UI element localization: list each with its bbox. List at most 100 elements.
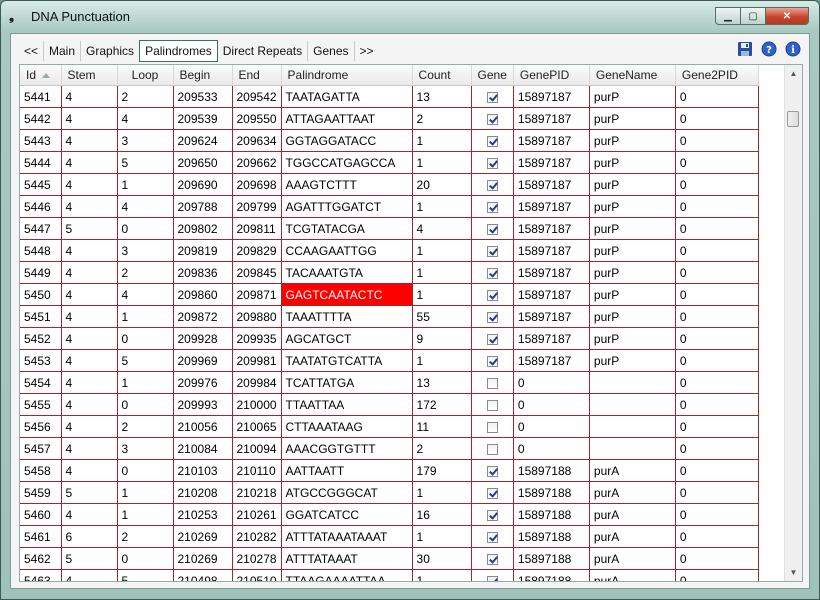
cell-end[interactable]: 209880	[232, 305, 282, 328]
cell-palindrome[interactable]: ATTTATAAAT	[281, 547, 413, 570]
checkbox-checked[interactable]	[486, 465, 498, 477]
cell-stem[interactable]: 4	[61, 195, 118, 218]
scroll-up-icon[interactable]: ▲	[785, 65, 802, 82]
cell-begin[interactable]: 209802	[173, 217, 233, 240]
cell-loop[interactable]: 0	[117, 327, 174, 350]
cell-loop[interactable]: 3	[117, 239, 174, 262]
cell-end[interactable]: 209799	[232, 195, 282, 218]
cell-genepid[interactable]: 15897188	[513, 481, 590, 504]
cell-gene[interactable]	[471, 327, 514, 350]
table-row[interactable]: 5450 4 4 209860 209871 GAGTCAATACTC 1 15897187 p…	[20, 283, 759, 306]
cell-genename[interactable]: purP	[589, 195, 676, 218]
cell-genename[interactable]: purA	[589, 503, 676, 526]
cell-loop[interactable]: 5	[117, 569, 174, 581]
cell-gene[interactable]	[471, 503, 514, 526]
checkbox-checked[interactable]	[486, 245, 498, 257]
cell-gene[interactable]	[471, 239, 514, 262]
tab-direct-repeats[interactable]: Direct Repeats	[218, 41, 307, 61]
cell-begin[interactable]: 210208	[173, 481, 233, 504]
cell-genepid[interactable]: 15897187	[513, 107, 590, 130]
cell-genepid[interactable]: 15897187	[513, 151, 590, 174]
cell-palindrome[interactable]: CTTAAATAAG	[281, 415, 413, 438]
cell-genename[interactable]: purA	[589, 459, 676, 482]
checkbox-checked[interactable]	[486, 179, 498, 191]
cell-gene2pid[interactable]: 0	[675, 459, 759, 482]
cell-palindrome[interactable]: AGATTTGGATCT	[281, 195, 413, 218]
cell-genepid[interactable]: 15897187	[513, 349, 590, 372]
cell-loop[interactable]: 4	[117, 283, 174, 306]
cell-count[interactable]: 172	[412, 393, 472, 416]
cell-stem[interactable]: 5	[61, 547, 118, 570]
scroll-down-icon[interactable]: ▼	[785, 564, 802, 581]
checkbox-checked[interactable]	[486, 531, 498, 543]
cell-loop[interactable]: 1	[117, 371, 174, 394]
cell-genename[interactable]: purP	[589, 305, 676, 328]
table-row[interactable]: 5447 5 0 209802 209811 TCGTATACGA 4 15897187 pur…	[20, 217, 759, 240]
cell-id[interactable]: 5445	[20, 173, 62, 196]
tab-genes[interactable]: Genes	[307, 41, 353, 61]
cell-id[interactable]: 5455	[20, 393, 62, 416]
cell-genename[interactable]: purP	[589, 173, 676, 196]
cell-loop[interactable]: 3	[117, 129, 174, 152]
col-header-gene2pid[interactable]: Gene2PID	[675, 65, 759, 86]
palindromes-grid[interactable]: Id Stem Loop Begin End Palindrome Count …	[19, 64, 803, 582]
checkbox-unchecked[interactable]	[486, 377, 498, 389]
cell-end[interactable]: 210510	[232, 569, 282, 581]
col-header-stem[interactable]: Stem	[61, 65, 118, 86]
cell-gene[interactable]	[471, 107, 514, 130]
cell-gene2pid[interactable]: 0	[675, 217, 759, 240]
cell-genename[interactable]: purA	[589, 525, 676, 548]
cell-end[interactable]: 210094	[232, 437, 282, 460]
cell-palindrome[interactable]: GGTAGGATACC	[281, 129, 413, 152]
cell-loop[interactable]: 5	[117, 151, 174, 174]
cell-id[interactable]: 5447	[20, 217, 62, 240]
cell-stem[interactable]: 4	[61, 349, 118, 372]
cell-gene2pid[interactable]: 0	[675, 569, 759, 581]
col-header-gene[interactable]: Gene	[471, 65, 514, 86]
table-row[interactable]: 5444 4 5 209650 209662 TGGCCATGAGCCA 1 15897187…	[20, 151, 759, 174]
cell-palindrome[interactable]: ATTAGAATTAAT	[281, 107, 413, 130]
cell-genepid[interactable]: 15897187	[513, 195, 590, 218]
cell-palindrome[interactable]: TAATAGATTA	[281, 85, 413, 108]
cell-genepid[interactable]: 15897188	[513, 547, 590, 570]
cell-begin[interactable]: 209872	[173, 305, 233, 328]
cell-gene[interactable]	[471, 371, 514, 394]
table-row[interactable]: 5449 4 2 209836 209845 TACAAATGTA 1 15897187 pur…	[20, 261, 759, 284]
checkbox-checked[interactable]	[486, 267, 498, 279]
cell-begin[interactable]: 209860	[173, 283, 233, 306]
cell-gene2pid[interactable]: 0	[675, 239, 759, 262]
cell-genename[interactable]: purP	[589, 129, 676, 152]
cell-gene[interactable]	[471, 349, 514, 372]
cell-end[interactable]: 210282	[232, 525, 282, 548]
cell-id[interactable]: 5453	[20, 349, 62, 372]
cell-end[interactable]: 209981	[232, 349, 282, 372]
col-header-id[interactable]: Id	[20, 65, 62, 86]
table-row[interactable]: 5451 4 1 209872 209880 TAAATTTTA 55 15897187 pur…	[20, 305, 759, 328]
cell-gene[interactable]	[471, 85, 514, 108]
cell-loop[interactable]: 5	[117, 349, 174, 372]
cell-genename[interactable]: purP	[589, 349, 676, 372]
checkbox-checked[interactable]	[486, 355, 498, 367]
cell-genepid[interactable]: 15897188	[513, 569, 590, 581]
cell-end[interactable]: 210065	[232, 415, 282, 438]
cell-begin[interactable]: 210056	[173, 415, 233, 438]
checkbox-unchecked[interactable]	[486, 443, 498, 455]
cell-genepid[interactable]: 15897187	[513, 173, 590, 196]
cell-genepid[interactable]: 15897187	[513, 327, 590, 350]
checkbox-checked[interactable]	[486, 509, 498, 521]
col-header-genename[interactable]: GeneName	[589, 65, 676, 86]
cell-id[interactable]: 5442	[20, 107, 62, 130]
cell-id[interactable]: 5449	[20, 261, 62, 284]
cell-palindrome[interactable]: TCATTATGA	[281, 371, 413, 394]
table-row[interactable]: 5441 4 2 209533 209542 TAATAGATTA 13 15897187 pu…	[20, 85, 759, 108]
cell-loop[interactable]: 2	[117, 85, 174, 108]
cell-id[interactable]: 5448	[20, 239, 62, 262]
cell-begin[interactable]: 209836	[173, 261, 233, 284]
cell-genename[interactable]: purP	[589, 261, 676, 284]
checkbox-checked[interactable]	[486, 487, 498, 499]
cell-id[interactable]: 5463	[20, 569, 62, 581]
cell-genepid[interactable]: 0	[513, 371, 590, 394]
cell-gene2pid[interactable]: 0	[675, 393, 759, 416]
table-row[interactable]: 5462 5 0 210269 210278 ATTTATAAAT 30 15897188 pu…	[20, 547, 759, 570]
cell-count[interactable]: 1	[412, 151, 472, 174]
